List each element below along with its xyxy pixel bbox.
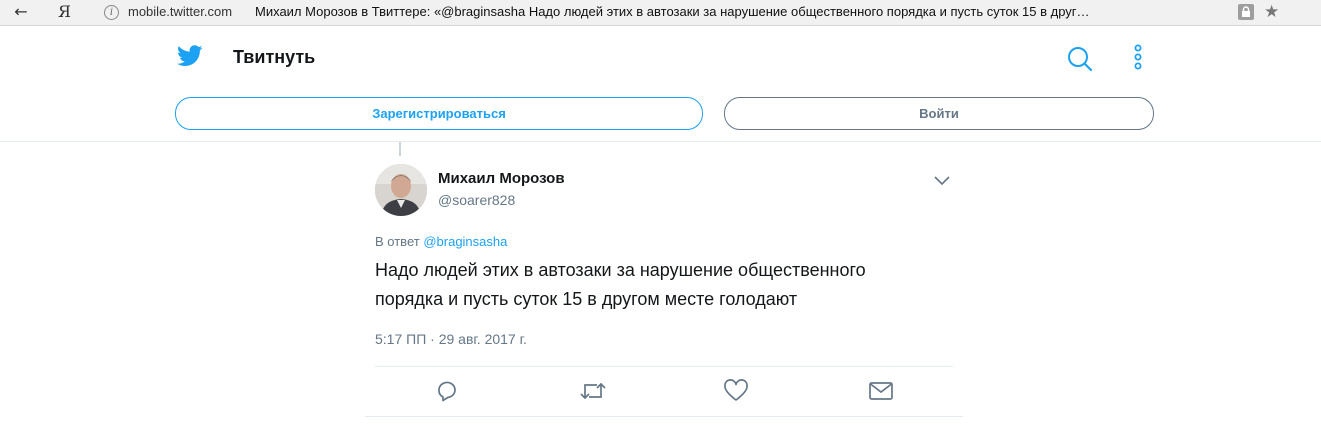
reply-mention-link[interactable]: @braginsasha	[423, 234, 507, 249]
author-name[interactable]: Михаил Морозов	[438, 170, 565, 187]
like-icon[interactable]	[723, 378, 749, 404]
signup-button[interactable]: Зарегистрироваться	[175, 97, 703, 130]
back-arrow-icon[interactable]: ←	[10, 2, 32, 22]
message-icon[interactable]	[868, 378, 894, 404]
browser-toolbar: ← Я i mobile.twitter.com Михаил Морозов …	[0, 0, 1321, 26]
reply-icon[interactable]	[434, 378, 460, 404]
page-title: Михаил Морозов в Твиттере: «@braginsasha…	[255, 4, 1090, 19]
author-handle[interactable]: @soarer828	[438, 192, 515, 208]
login-button[interactable]: Войти	[724, 97, 1154, 130]
caret-down-icon[interactable]	[933, 172, 951, 191]
header-title: Твитнуть	[233, 47, 316, 67]
lock-icon[interactable]	[1238, 4, 1254, 20]
more-vertical-icon[interactable]	[1131, 44, 1145, 76]
twitter-bird-icon[interactable]	[177, 45, 203, 71]
url-host[interactable]: mobile.twitter.com	[128, 4, 232, 19]
search-icon[interactable]	[1066, 45, 1094, 77]
divider	[375, 366, 953, 367]
info-icon[interactable]: i	[104, 5, 119, 20]
tweet-text: Надо людей этих в автозаки за нарушение …	[375, 260, 866, 309]
yandex-logo[interactable]: Я	[58, 2, 71, 22]
reply-context: В ответ @braginsasha	[375, 234, 507, 249]
reply-prefix: В ответ	[375, 234, 420, 249]
thread-line	[399, 142, 401, 156]
tweet-timestamp[interactable]: 5:17 ПП · 29 авг. 2017 г.	[375, 331, 527, 347]
star-icon[interactable]: ★	[1264, 1, 1279, 23]
retweet-icon[interactable]	[579, 378, 606, 404]
tweet-bottom-border	[365, 416, 963, 417]
avatar[interactable]	[375, 164, 427, 216]
